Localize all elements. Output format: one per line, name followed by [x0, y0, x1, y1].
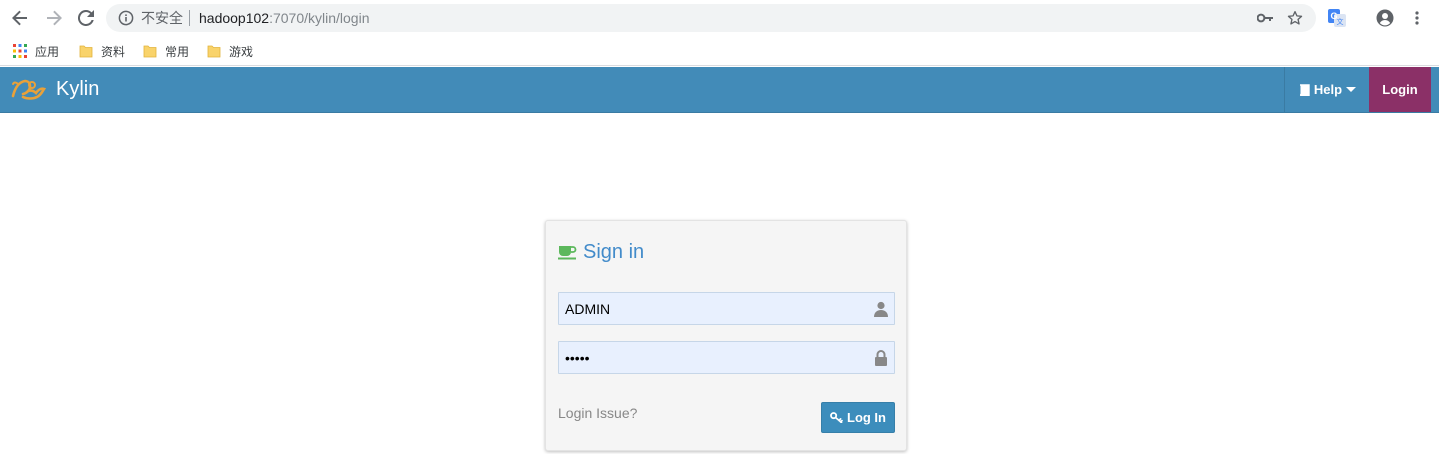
address-bar[interactable]: 不安全 hadoop102:7070/kylin/login — [106, 4, 1316, 32]
apps-grid-icon — [13, 44, 27, 58]
translate-icon[interactable]: G文 — [1327, 8, 1347, 28]
help-label: Help — [1313, 82, 1343, 97]
login-header: Sign in — [558, 240, 644, 264]
login-submit-button[interactable]: Log In — [821, 402, 895, 433]
kylin-logo-icon — [11, 79, 46, 100]
url-host: hadoop102 — [199, 10, 270, 26]
folder-icon — [79, 45, 93, 58]
back-button[interactable] — [8, 7, 32, 29]
username-input[interactable] — [559, 293, 894, 324]
lock-icon — [875, 350, 887, 366]
nav-login-label: Login — [1382, 82, 1418, 97]
svg-text:文: 文 — [1337, 17, 1344, 26]
coffee-cup-icon — [558, 246, 577, 260]
url-path: :7070/kylin/login — [269, 10, 370, 26]
password-field[interactable] — [558, 341, 895, 374]
bookmark-folder-changyong[interactable]: 常用 — [143, 42, 189, 60]
folder-icon — [143, 45, 157, 58]
page-scrollbar[interactable] — [1431, 113, 1439, 454]
help-menu[interactable]: Help — [1284, 67, 1369, 112]
bookmarks-bar: 应用 资料 常用 游戏 — [0, 36, 1439, 66]
folder-icon — [207, 45, 221, 58]
login-panel: Sign in Login Issue? Log In — [545, 220, 907, 451]
forward-button[interactable] — [42, 7, 66, 29]
caret-down-icon — [1346, 87, 1357, 92]
book-icon — [1299, 83, 1310, 96]
bookmark-label: 应用 — [35, 44, 60, 59]
bookmark-label: 资料 — [101, 44, 126, 59]
bookmark-label: 游戏 — [229, 44, 254, 59]
star-icon[interactable] — [1286, 9, 1304, 27]
brand[interactable]: Kylin — [10, 74, 99, 104]
back-arrow-icon — [12, 10, 27, 26]
bookmark-label: 常用 — [165, 44, 190, 59]
forward-arrow-icon — [47, 10, 62, 26]
account-icon[interactable] — [1375, 8, 1395, 28]
brand-name: Kylin — [56, 78, 100, 100]
browser-toolbar: 不安全 hadoop102:7070/kylin/login G文 — [0, 0, 1439, 36]
url-text[interactable]: hadoop102:7070/kylin/login — [199, 10, 369, 26]
bookmark-folder-ziliao[interactable]: 资料 — [79, 42, 125, 60]
login-issue-link[interactable]: Login Issue? — [558, 405, 637, 421]
key-icon[interactable] — [1256, 9, 1274, 27]
menu-icon[interactable] — [1407, 8, 1427, 28]
user-icon — [874, 301, 888, 317]
info-icon[interactable] — [118, 10, 134, 31]
bookmark-apps[interactable]: 应用 — [13, 42, 59, 60]
app-navbar: Kylin Help Login — [0, 67, 1439, 113]
password-input[interactable] — [559, 342, 894, 373]
nav-login-button[interactable]: Login — [1369, 67, 1431, 112]
omnibox-divider — [189, 10, 190, 26]
login-title: Sign in — [583, 241, 645, 263]
security-label: 不安全 — [141, 10, 183, 26]
key-icon — [830, 412, 843, 423]
bookmark-folder-youxi[interactable]: 游戏 — [207, 42, 253, 60]
reload-icon — [78, 10, 94, 26]
login-submit-label: Log In — [847, 410, 886, 425]
reload-button[interactable] — [74, 7, 98, 29]
username-field[interactable] — [558, 292, 895, 325]
